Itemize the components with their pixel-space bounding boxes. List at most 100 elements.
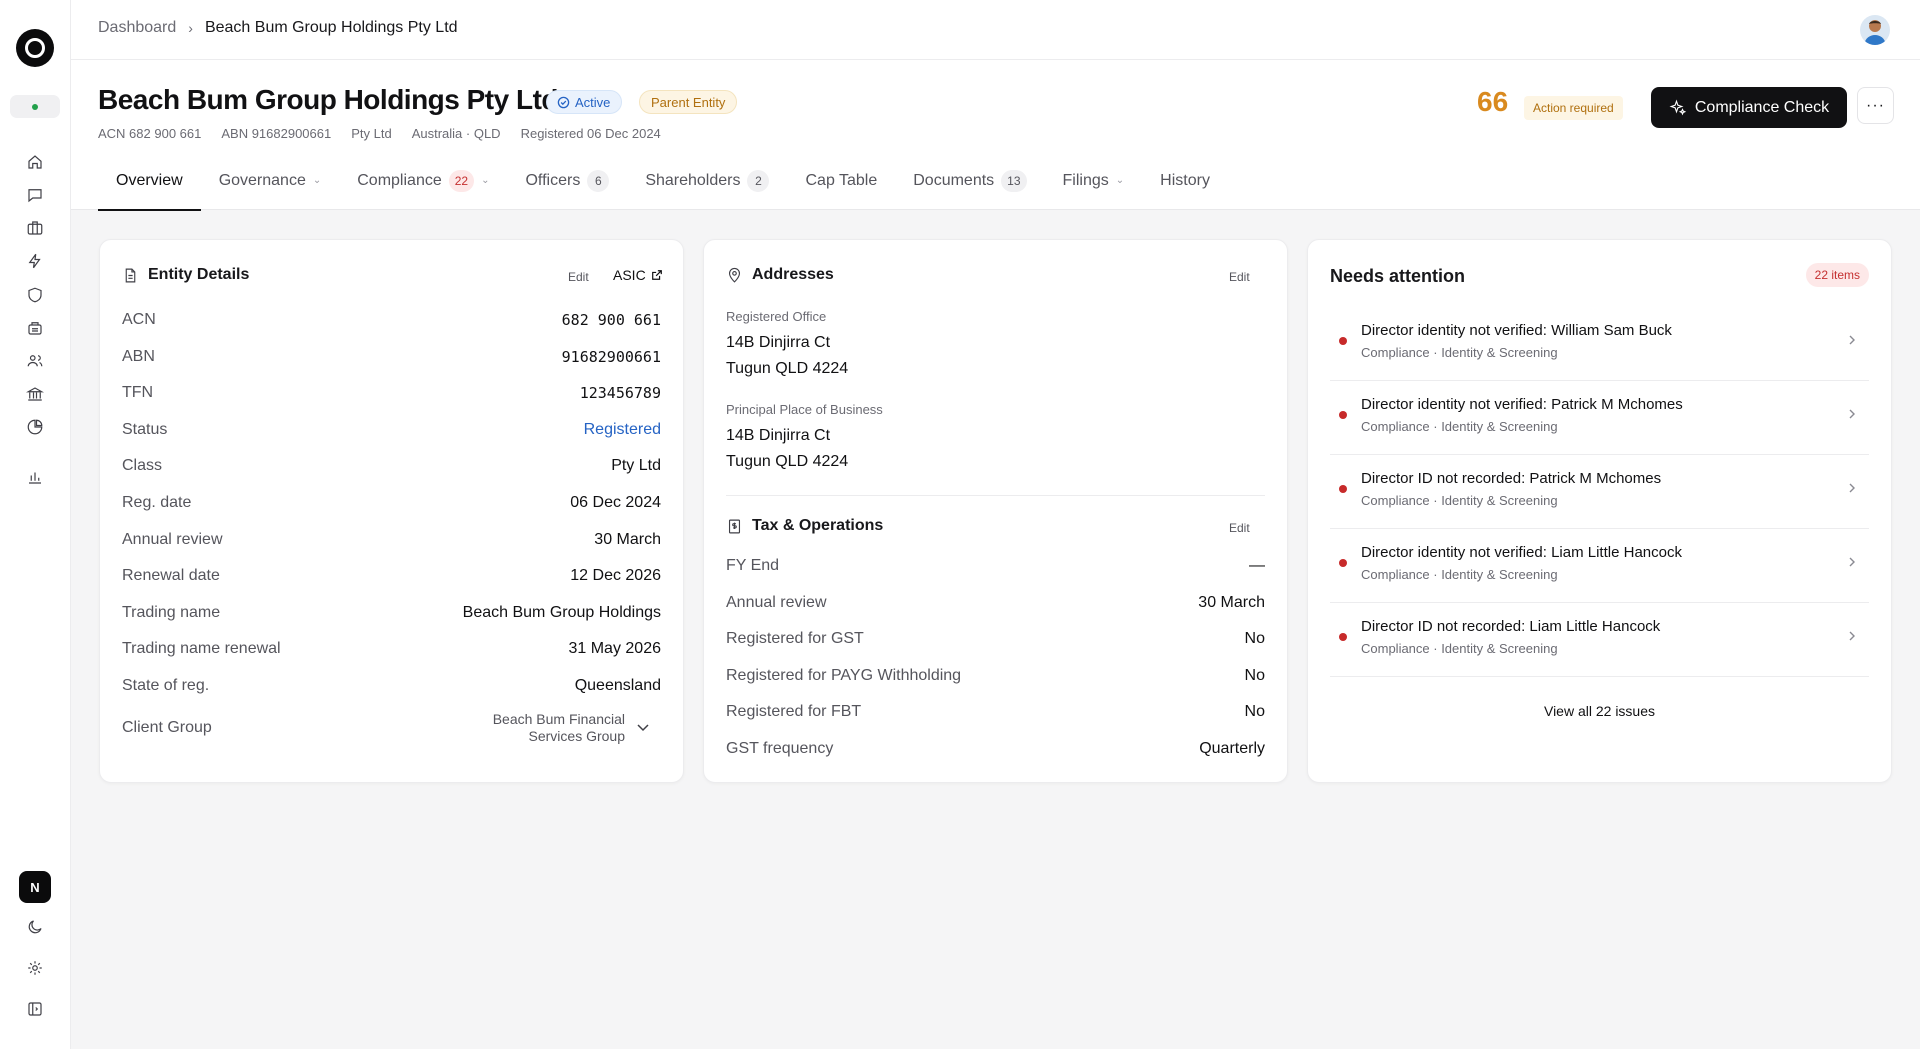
attention-item[interactable]: Director ID not recorded: Patrick M Mcho… xyxy=(1330,455,1869,529)
principal-place-line1: 14B Dinjirra Ct xyxy=(726,427,831,444)
attention-item[interactable]: Director ID not recorded: Liam Little Ha… xyxy=(1330,603,1869,677)
registered-office-line1: 14B Dinjirra Ct xyxy=(726,334,831,351)
detail-label: Class xyxy=(122,457,163,474)
detail-value: Pty Ltd xyxy=(611,457,661,474)
detail-row-abn: ABN 91682900661 xyxy=(122,342,661,372)
detail-label: Registered for PAYG Withholding xyxy=(726,667,962,684)
bar-chart-icon[interactable] xyxy=(24,466,46,488)
client-group-value: Beach Bum Financial Services Group xyxy=(493,711,625,745)
app-logo[interactable] xyxy=(16,29,54,67)
tab-compliance[interactable]: Compliance 22 ⌄ xyxy=(339,170,507,210)
tab-count-badge: 2 xyxy=(747,170,770,192)
detail-row-class: Class Pty Ltd xyxy=(122,451,661,481)
attention-item-title: Director identity not verified: Patrick … xyxy=(1361,396,1683,413)
shield-icon[interactable] xyxy=(24,284,46,306)
breadcrumb-current: Beach Bum Group Holdings Pty Ltd xyxy=(204,19,458,36)
detail-label: Client Group xyxy=(122,719,212,736)
card-title: Addresses xyxy=(752,266,834,283)
bank-icon[interactable] xyxy=(24,383,46,405)
tab-label: Shareholders xyxy=(645,172,741,189)
registered-office-label: Registered Office xyxy=(726,309,827,324)
entity-meta: ACN 682 900 661 ABN 91682900661 Pty Ltd … xyxy=(98,126,661,141)
detail-label: Registered for GST xyxy=(726,630,864,647)
addresses-card: Addresses Edit Registered Office 14B Din… xyxy=(703,239,1288,783)
tab-label: Compliance xyxy=(357,172,442,189)
view-all-issues-link[interactable]: View all 22 issues xyxy=(1308,703,1891,719)
tab-count-badge: 22 xyxy=(448,170,475,192)
section-divider xyxy=(726,495,1265,496)
alert-dot-icon xyxy=(1339,485,1347,493)
detail-label: Trading name xyxy=(122,604,221,621)
detail-value: 30 March xyxy=(594,531,661,548)
attention-item[interactable]: Director identity not verified: William … xyxy=(1330,307,1869,381)
chevron-right-icon: › xyxy=(188,20,193,36)
principal-place-line2: Tugun QLD 4224 xyxy=(726,453,849,470)
sparkle-icon xyxy=(1669,99,1687,115)
detail-value: 123456789 xyxy=(579,384,661,402)
gear-icon[interactable] xyxy=(24,957,46,979)
status-badge: Active xyxy=(546,90,623,114)
users-icon[interactable] xyxy=(24,350,46,372)
tab-label: Filings xyxy=(1062,172,1109,189)
detail-row-annual-review: Annual review 30 March xyxy=(122,525,661,555)
chevron-right-icon xyxy=(1849,335,1855,345)
tab-documents[interactable]: Documents 13 xyxy=(895,170,1044,210)
action-required-badge: Action required xyxy=(1524,96,1623,120)
pie-chart-icon[interactable] xyxy=(24,416,46,438)
detail-row-acn: ACN 682 900 661 xyxy=(122,305,661,335)
attention-item[interactable]: Director identity not verified: Liam Lit… xyxy=(1330,529,1869,603)
alert-dot-icon xyxy=(1339,559,1347,567)
tax-row-gst-frequency: GST frequency Quarterly xyxy=(726,734,1265,764)
detail-row-renewal-date: Renewal date 12 Dec 2026 xyxy=(122,561,661,591)
edit-addresses-button[interactable]: Edit xyxy=(1229,270,1250,284)
chat-icon[interactable] xyxy=(24,184,46,206)
attention-item-title: Director identity not verified: William … xyxy=(1361,322,1672,339)
edit-tax-button[interactable]: Edit xyxy=(1229,521,1250,535)
tab-governance[interactable]: Governance ⌄ xyxy=(201,172,340,210)
detail-label: FY End xyxy=(726,557,780,574)
attention-item[interactable]: Director identity not verified: Patrick … xyxy=(1330,381,1869,455)
detail-label: Trading name renewal xyxy=(122,640,281,657)
detail-label: ACN xyxy=(122,311,156,328)
attention-item-category: Compliance · Identity & Screening xyxy=(1361,493,1558,508)
client-group-select[interactable]: Beach Bum Financial Services Group xyxy=(493,711,649,745)
tab-filings[interactable]: Filings ⌄ xyxy=(1045,172,1143,210)
user-avatar[interactable] xyxy=(1860,15,1890,45)
compliance-check-button[interactable]: Compliance Check xyxy=(1651,87,1847,128)
building-icon[interactable] xyxy=(24,317,46,339)
detail-value: 30 March xyxy=(1198,594,1265,611)
principal-place-label: Principal Place of Business xyxy=(726,402,883,417)
tab-count-badge: 13 xyxy=(1001,170,1027,192)
asic-link[interactable]: ASIC xyxy=(613,267,663,283)
moon-icon[interactable] xyxy=(24,916,46,938)
tab-label: Documents xyxy=(913,172,995,189)
tab-officers[interactable]: Officers 6 xyxy=(507,170,627,210)
briefcase-icon[interactable] xyxy=(24,217,46,239)
tab-shareholders[interactable]: Shareholders 2 xyxy=(627,170,787,210)
breadcrumb: Dashboard › Beach Bum Group Holdings Pty… xyxy=(98,19,458,37)
alert-dot-icon xyxy=(1339,337,1347,345)
chevron-down-icon xyxy=(637,724,649,732)
edit-entity-details-button[interactable]: Edit xyxy=(568,270,589,284)
tab-cap-table[interactable]: Cap Table xyxy=(787,172,895,210)
client-group-line: Beach Bum Financial xyxy=(492,711,625,727)
chevron-right-icon xyxy=(1849,557,1855,567)
sidebar-toggle-icon[interactable] xyxy=(24,998,46,1020)
lightning-icon[interactable] xyxy=(24,250,46,272)
chevron-down-icon: ⌄ xyxy=(1115,175,1125,186)
status-link[interactable]: Registered xyxy=(584,421,661,439)
card-title: Entity Details xyxy=(148,266,250,283)
detail-value: 91682900661 xyxy=(561,348,661,366)
tab-overview[interactable]: Overview xyxy=(98,172,201,211)
chevron-down-icon: ⌄ xyxy=(481,175,490,186)
status-indicator[interactable] xyxy=(10,95,60,118)
document-icon xyxy=(125,268,136,282)
workspace-avatar[interactable]: N xyxy=(19,871,51,903)
chevron-down-icon: ⌄ xyxy=(312,175,322,186)
more-options-button[interactable]: ··· xyxy=(1857,87,1894,124)
location-pin-icon xyxy=(728,267,741,283)
tab-history[interactable]: History xyxy=(1142,172,1228,210)
tax-row-annual-review: Annual review 30 March xyxy=(726,588,1265,618)
breadcrumb-dashboard-link[interactable]: Dashboard xyxy=(98,19,176,37)
home-icon[interactable] xyxy=(24,151,46,173)
